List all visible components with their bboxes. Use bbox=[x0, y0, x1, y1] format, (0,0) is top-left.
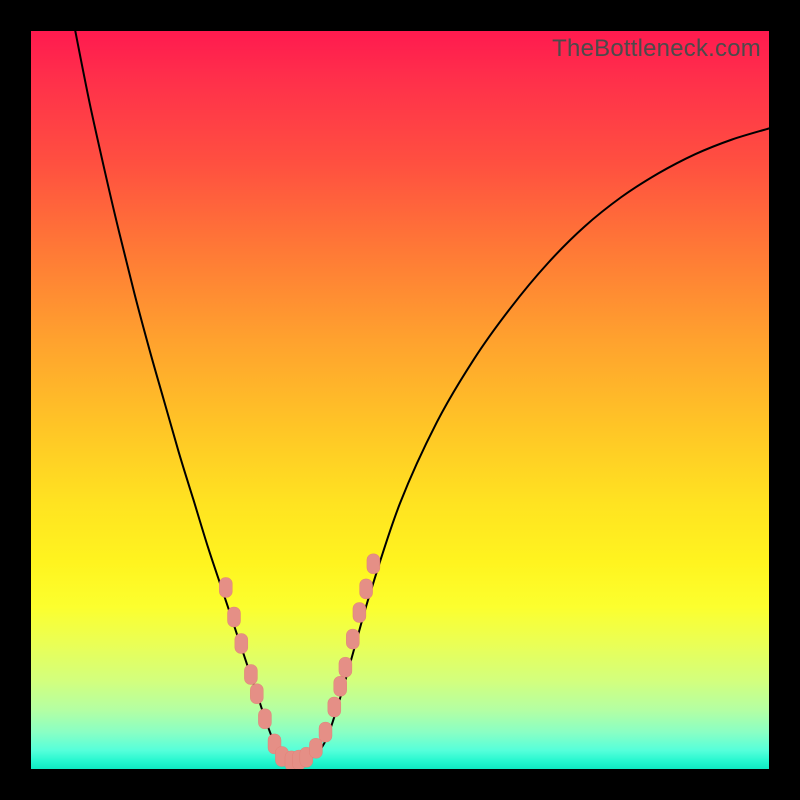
curve-marker bbox=[334, 676, 347, 696]
curve-marker bbox=[235, 634, 248, 654]
curve-marker bbox=[219, 578, 232, 598]
curve-marker bbox=[353, 603, 366, 623]
curve-marker bbox=[228, 607, 241, 627]
outer-frame: TheBottleneck.com bbox=[0, 0, 800, 800]
curve-marker bbox=[250, 684, 263, 704]
curve-marker bbox=[244, 665, 257, 685]
curve-marker bbox=[339, 657, 352, 677]
curve-marker bbox=[367, 554, 380, 574]
bottleneck-curve bbox=[75, 31, 769, 761]
curve-marker bbox=[346, 629, 359, 649]
curve-marker bbox=[328, 697, 341, 717]
marker-group bbox=[219, 554, 380, 769]
plot-area: TheBottleneck.com bbox=[31, 31, 769, 769]
chart-svg bbox=[31, 31, 769, 769]
curve-marker bbox=[319, 722, 332, 742]
curve-marker bbox=[309, 738, 322, 758]
curve-marker bbox=[360, 579, 373, 599]
curve-marker bbox=[258, 709, 271, 729]
